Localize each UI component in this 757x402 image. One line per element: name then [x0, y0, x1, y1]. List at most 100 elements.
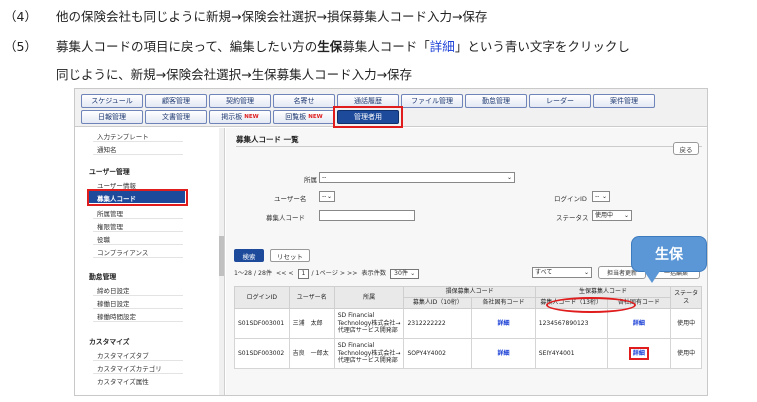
- nav-file[interactable]: ファイル管理: [401, 94, 463, 108]
- per-page-select[interactable]: 30件 ⌄: [390, 269, 420, 279]
- sidebar-item-position[interactable]: 役職: [97, 234, 110, 244]
- divider: [93, 360, 183, 361]
- cell-user-name: 吉良 一郎太: [288, 338, 335, 369]
- nav-circular-label: 回覧板: [285, 113, 307, 121]
- username-label: ユーザー名: [274, 195, 307, 203]
- divider: [93, 231, 183, 232]
- nav-documents[interactable]: 文書管理: [145, 110, 207, 124]
- sidebar-item-affiliation[interactable]: 所属管理: [97, 208, 123, 218]
- login-label: ログインID: [554, 195, 587, 203]
- filter-all-value: すべて: [535, 269, 553, 276]
- per-page-label: 表示件数: [361, 270, 387, 277]
- sidebar-item-permissions[interactable]: 権限管理: [97, 221, 123, 231]
- col-sonpo-group: 損保募集人コード: [403, 286, 536, 298]
- cell-seiho-own: 詳細: [606, 338, 672, 369]
- affiliation-value: --: [322, 174, 327, 181]
- col-sonpo-id: 募集人ID（10桁）: [403, 297, 473, 309]
- divider: [93, 218, 183, 219]
- cell-seiho-own: 詳細: [606, 308, 672, 339]
- cell-sonpo-id: 2312222222: [403, 308, 473, 339]
- code-input[interactable]: [319, 210, 415, 221]
- sidebar-item-compliance[interactable]: コンプライアンス: [97, 247, 148, 257]
- cell-sonpo-own: 詳細: [471, 308, 536, 339]
- nav-bulletin-label: 掲示板: [221, 113, 243, 121]
- sonpo-detail-link[interactable]: 詳細: [497, 320, 509, 327]
- prev-page-link[interactable]: << <: [276, 270, 294, 277]
- col-user-name: ユーザー名: [288, 286, 335, 309]
- nav-circular[interactable]: 回覧板 NEW: [273, 110, 335, 124]
- divider: [93, 154, 183, 155]
- sidebar-item-work-day[interactable]: 稼働日設定: [97, 298, 130, 308]
- filter-all-select[interactable]: すべて ⌄: [532, 267, 592, 278]
- username-select[interactable]: -- ⌄: [319, 191, 335, 202]
- sonpo-detail-link[interactable]: 詳細: [497, 350, 509, 357]
- cell-affiliation: SD Financial Technology株式会社→代理店サービス開発部: [333, 338, 405, 369]
- step-text: 募集人コード「: [342, 39, 430, 54]
- divider: [93, 141, 183, 142]
- col-login-id: ログインID: [234, 286, 290, 309]
- cell-status: 使用中: [670, 308, 702, 339]
- page-total: / 1ページ: [311, 270, 338, 277]
- seiho-callout: 生保: [631, 236, 707, 272]
- admin-highlight-box: [333, 106, 403, 128]
- nav-schedule[interactable]: スケジュール: [81, 94, 143, 108]
- sidebar: 入力テンプレート 通知名 ユーザー管理 ユーザー情報 募集人コード 所属管理 権…: [75, 128, 225, 395]
- affiliation-select[interactable]: -- ⌄: [319, 172, 515, 183]
- search-button[interactable]: 検索: [234, 249, 264, 262]
- nav-customer[interactable]: 顧客管理: [145, 94, 207, 108]
- username-value: --: [322, 193, 327, 200]
- nav-bulletin[interactable]: 掲示板 NEW: [209, 110, 271, 124]
- new-badge: NEW: [244, 114, 259, 120]
- page-title: 募集人コード 一覧: [236, 135, 299, 144]
- instruction-step-4: （4） 他の保険会社も同じように新規→保険会社選択→損保募集人コード入力→保存: [4, 6, 487, 25]
- sidebar-item-work-hours[interactable]: 稼働時間設定: [97, 311, 136, 321]
- cell-affiliation: SD Financial Technology株式会社→代理店サービス開発部: [333, 308, 405, 339]
- nav-contract[interactable]: 契約管理: [209, 94, 271, 108]
- sidebar-section-attendance: 勤怠管理: [89, 273, 117, 281]
- login-select[interactable]: -- ⌄: [592, 191, 610, 202]
- seiho-detail-link-highlighted[interactable]: 詳細: [628, 346, 649, 361]
- sidebar-item-closing-day[interactable]: 締め日設定: [97, 285, 130, 295]
- agent-code-table: ログインID ユーザー名 所属 損保募集人コード 生保募集人コード ステータス …: [234, 286, 702, 369]
- status-select[interactable]: 使用中 ⌄: [592, 210, 632, 221]
- sidebar-scrollbar[interactable]: [219, 128, 224, 395]
- reset-button[interactable]: リセット: [270, 249, 310, 262]
- pager: 1～28 / 28件 << < 1/ 1ページ > >> 表示件数 30件 ⌄: [234, 268, 421, 279]
- chevron-down-icon: ⌄: [506, 174, 512, 181]
- divider: [93, 373, 183, 374]
- nav-name-merge[interactable]: 名寄せ: [273, 94, 335, 108]
- seiho-detail-link[interactable]: 詳細: [633, 320, 645, 327]
- agent-code-highlight-box: [87, 189, 188, 206]
- chevron-down-icon: ⌄: [601, 193, 607, 200]
- app-window: スケジュール 顧客管理 契約管理 名寄せ 通話履歴 ファイル管理 勤怠管理 レー…: [74, 88, 708, 396]
- nav-attendance[interactable]: 勤怠管理: [465, 94, 527, 108]
- back-button[interactable]: 戻る: [673, 142, 699, 155]
- divider: [93, 295, 183, 296]
- sidebar-item-input-template[interactable]: 入力テンプレート: [97, 131, 149, 141]
- sidebar-section-user-mgmt: ユーザー管理: [89, 168, 130, 176]
- step-number: （5）: [4, 39, 37, 54]
- chevron-down-icon: ⌄: [583, 269, 589, 276]
- cell-login-id: S01SDF003002: [234, 338, 290, 369]
- sidebar-item-custom-attribute[interactable]: カスタマイズ属性: [97, 376, 149, 386]
- sidebar-item-custom-tab[interactable]: カスタマイズタブ: [97, 350, 149, 360]
- nav-radar[interactable]: レーダー: [529, 94, 591, 108]
- next-page-link[interactable]: > >>: [340, 270, 358, 277]
- cell-sonpo-own: 詳細: [471, 338, 536, 369]
- nav-project[interactable]: 案件管理: [593, 94, 655, 108]
- scrollbar-thumb[interactable]: [219, 236, 224, 276]
- sidebar-section-customize: カスタマイズ: [89, 338, 130, 346]
- step-text: 他の保険会社も同じように新規→保険会社選択→損保募集人コード入力→保存: [56, 9, 488, 24]
- col-seiho-group: 生保募集人コード: [534, 286, 672, 298]
- step-text: 」という青い文字をクリックし: [454, 39, 630, 54]
- sidebar-item-custom-category[interactable]: カスタマイズカテゴリ: [97, 363, 162, 373]
- cell-user-name: 三浦 太郎: [288, 308, 335, 339]
- instruction-step-5-cont: 同じように、新規→保険会社選択→生保募集人コード入力→保存: [56, 67, 413, 82]
- login-value: --: [595, 193, 600, 200]
- sidebar-item-notification[interactable]: 通知名: [97, 144, 117, 154]
- nav-daily-report[interactable]: 日報管理: [81, 110, 143, 124]
- result-count: 1～28 / 28件: [234, 270, 273, 277]
- col-status: ステータス: [670, 286, 702, 309]
- divider: [93, 244, 183, 245]
- page-number-input[interactable]: 1: [297, 269, 310, 279]
